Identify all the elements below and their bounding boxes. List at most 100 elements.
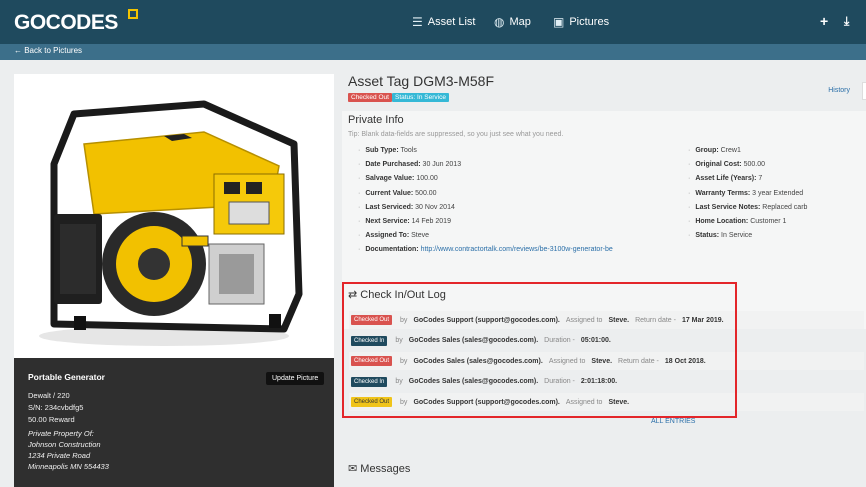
info-field: · Documentation: http://www.contractortal… xyxy=(358,246,613,253)
field-value: 100.00 xyxy=(416,175,438,183)
field-label: Last Service Notes: xyxy=(695,203,761,211)
field-value: 7 xyxy=(758,175,763,183)
info-field: · Last Service Notes: Replaced carb xyxy=(688,204,807,211)
nav-pictures-label: Pictures xyxy=(569,16,610,28)
field-label: Original Cost: xyxy=(695,161,742,169)
highlight-box xyxy=(342,282,737,418)
field-value: 500.00 xyxy=(415,189,437,197)
private-info-tip: Tip: Blank data-fields are suppressed, s… xyxy=(348,131,564,138)
field-label: Current Value: xyxy=(365,189,414,197)
bullet-icon: · xyxy=(688,161,691,169)
info-field: · Original Cost: 500.00 xyxy=(688,161,765,168)
field-label: Documentation: xyxy=(365,246,419,254)
field-label: Status: xyxy=(695,232,720,240)
info-field: · Assigned To: Steve xyxy=(358,232,429,239)
field-value: 3 year Extended xyxy=(752,189,804,197)
field-label: Sub Type: xyxy=(365,147,399,154)
private-info-heading: Private Info xyxy=(348,114,404,126)
sub-navbar: ← Back to Pictures xyxy=(0,44,866,60)
asset-info-panel: Portable Generator Update Picture Dewalt… xyxy=(14,358,334,487)
field-value: Customer 1 xyxy=(750,218,787,225)
all-entries-link[interactable]: ALL ENTRIES xyxy=(651,418,695,425)
info-field: · Current Value: 500.00 xyxy=(358,190,437,197)
field-value: Steve xyxy=(411,232,430,240)
bullet-icon: · xyxy=(358,246,361,254)
bullet-icon: · xyxy=(688,147,691,154)
field-value: In Service xyxy=(721,232,753,240)
bullet-icon: · xyxy=(688,175,691,183)
field-label: Asset Life (Years): xyxy=(695,175,757,183)
info-field: · Status: In Service xyxy=(688,232,752,239)
field-label: Last Serviced: xyxy=(365,203,414,211)
info-field: · Last Serviced: 30 Nov 2014 xyxy=(358,204,455,211)
asset-details: Asset Tag DGM3-M58F Checked Out Status: … xyxy=(342,60,866,487)
asset-title: Asset Tag DGM3-M58F xyxy=(348,73,495,89)
top-navbar: GOCODES ☰ Asset List ◍ Map ▣ Pictures + … xyxy=(0,0,866,44)
field-value: 500.00 xyxy=(743,161,765,169)
back-to-pictures-link[interactable]: ← Back to Pictures xyxy=(14,46,82,55)
info-field: · Next Service: 14 Feb 2019 xyxy=(358,218,451,225)
bullet-icon: · xyxy=(358,147,361,154)
property-line: 1234 Private Road xyxy=(28,451,91,460)
nav-asset-list[interactable]: ☰ Asset List xyxy=(412,15,475,29)
asset-name: Portable Generator xyxy=(28,372,105,382)
info-field: · Asset Life (Years): 7 xyxy=(688,175,762,182)
bullet-icon: · xyxy=(688,189,691,197)
bullet-icon: · xyxy=(358,232,361,240)
nav-pictures[interactable]: ▣ Pictures xyxy=(553,15,609,29)
field-value: Tools xyxy=(400,147,417,154)
info-field: · Warranty Terms: 3 year Extended xyxy=(688,190,803,197)
property-line: Johnson Construction xyxy=(28,440,101,449)
field-label: Assigned To: xyxy=(365,232,410,240)
bullet-icon: · xyxy=(358,189,361,197)
property-line: Minneapolis MN 554433 xyxy=(28,462,109,471)
field-value: 14 Feb 2019 xyxy=(411,218,451,225)
history-panel-edge xyxy=(862,82,866,100)
asset-serial: S/N: 234cvbdfg5 xyxy=(28,403,84,412)
status-badge: Status: In Service xyxy=(392,93,449,102)
bullet-icon: · xyxy=(358,203,361,211)
field-value: Crew1 xyxy=(720,147,741,154)
field-label: Home Location: xyxy=(695,218,749,225)
update-picture-button[interactable]: Update Picture xyxy=(266,372,325,385)
checked-out-badge: Checked Out xyxy=(348,93,392,102)
field-label: Date Purchased: xyxy=(365,161,421,169)
info-field: · Salvage Value: 100.00 xyxy=(358,175,438,182)
field-label: Next Service: xyxy=(365,218,410,225)
info-field: · Home Location: Customer 1 xyxy=(688,218,786,225)
asset-photo xyxy=(14,74,334,357)
logo-square-icon xyxy=(128,9,138,19)
nav-asset-list-label: Asset List xyxy=(427,16,476,28)
field-label: Group: xyxy=(695,147,719,154)
nav-map-label: Map xyxy=(509,16,531,28)
gocodes-logo[interactable]: GOCODES xyxy=(14,11,118,35)
property-line: Private Property Of: xyxy=(28,429,94,438)
bullet-icon: · xyxy=(688,232,691,240)
nav-map[interactable]: ◍ Map xyxy=(494,15,531,29)
envelope-icon: ✉ xyxy=(348,463,358,475)
globe-icon: ◍ xyxy=(494,15,505,29)
asset-reward: 50.00 Reward xyxy=(28,415,75,424)
field-label: Warranty Terms: xyxy=(695,189,751,197)
field-value: 30 Jun 2013 xyxy=(422,161,462,169)
download-icon[interactable]: ⤓ xyxy=(844,14,849,29)
info-field: · Sub Type: Tools xyxy=(358,147,417,154)
documentation-link[interactable]: http://www.contractortalk.com/reviews/be… xyxy=(421,246,613,253)
plus-icon[interactable]: + xyxy=(820,13,828,29)
field-label: Salvage Value: xyxy=(365,175,415,183)
field-value: Replaced carb xyxy=(762,203,808,211)
history-link[interactable]: History xyxy=(828,87,850,94)
info-field: · Date Purchased: 30 Jun 2013 xyxy=(358,161,461,168)
pictures-icon: ▣ xyxy=(553,15,565,29)
info-field: · Group: Crew1 xyxy=(688,147,741,154)
bullet-icon: · xyxy=(688,203,691,211)
messages-title: Messages xyxy=(360,463,411,475)
messages-heading: ✉ Messages xyxy=(348,462,410,475)
bullet-icon: · xyxy=(358,161,361,169)
asset-model: Dewalt / 220 xyxy=(28,391,70,400)
bullet-icon: · xyxy=(688,218,691,225)
bullet-icon: · xyxy=(358,175,361,183)
field-value: 30 Nov 2014 xyxy=(415,203,455,211)
bullet-icon: · xyxy=(358,218,361,225)
generator-image xyxy=(14,74,334,357)
